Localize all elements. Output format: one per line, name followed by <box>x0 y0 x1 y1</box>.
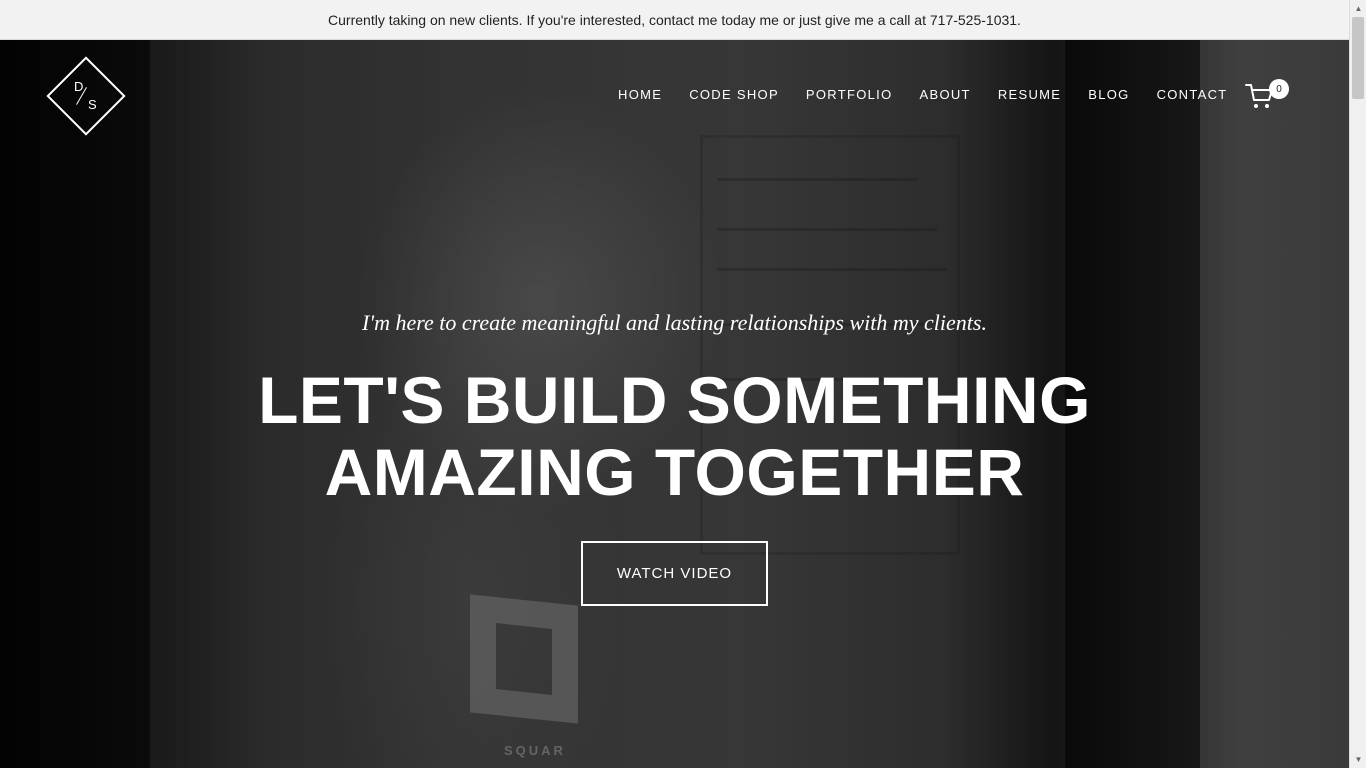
cart-count-badge: 0 <box>1269 79 1289 99</box>
logo-monogram: D S <box>50 60 122 132</box>
scroll-thumb[interactable] <box>1352 17 1364 99</box>
main-nav: HOME CODE SHOP PORTFOLIO ABOUT RESUME BL… <box>618 87 1255 102</box>
nav-blog[interactable]: BLOG <box>1088 87 1129 102</box>
nav-contact[interactable]: CONTACT <box>1157 87 1228 102</box>
nav-about[interactable]: ABOUT <box>920 87 971 102</box>
hero-tagline: I'm here to create meaningful and lastin… <box>362 310 987 335</box>
nav-code-shop[interactable]: CODE SHOP <box>689 87 779 102</box>
watch-video-button[interactable]: WATCH VIDEO <box>581 541 768 606</box>
announcement-bar: Currently taking on new clients. If you'… <box>0 0 1349 40</box>
scroll-down-arrow-icon[interactable]: ▼ <box>1350 751 1366 768</box>
announcement-text: Currently taking on new clients. If you'… <box>328 11 1021 28</box>
scrollbar[interactable]: ▲ ▼ <box>1349 0 1366 768</box>
nav-resume[interactable]: RESUME <box>998 87 1061 102</box>
logo-letter-s: S <box>88 97 97 112</box>
nav-portfolio[interactable]: PORTFOLIO <box>806 87 893 102</box>
hero-headline: LET'S BUILD SOMETHING AMAZING TOGETHER <box>0 364 1349 508</box>
scroll-up-arrow-icon[interactable]: ▲ <box>1350 0 1366 17</box>
hero-headline-line2: AMAZING TOGETHER <box>324 435 1025 509</box>
hero-headline-line1: LET'S BUILD SOMETHING <box>258 363 1091 437</box>
nav-home[interactable]: HOME <box>618 87 662 102</box>
